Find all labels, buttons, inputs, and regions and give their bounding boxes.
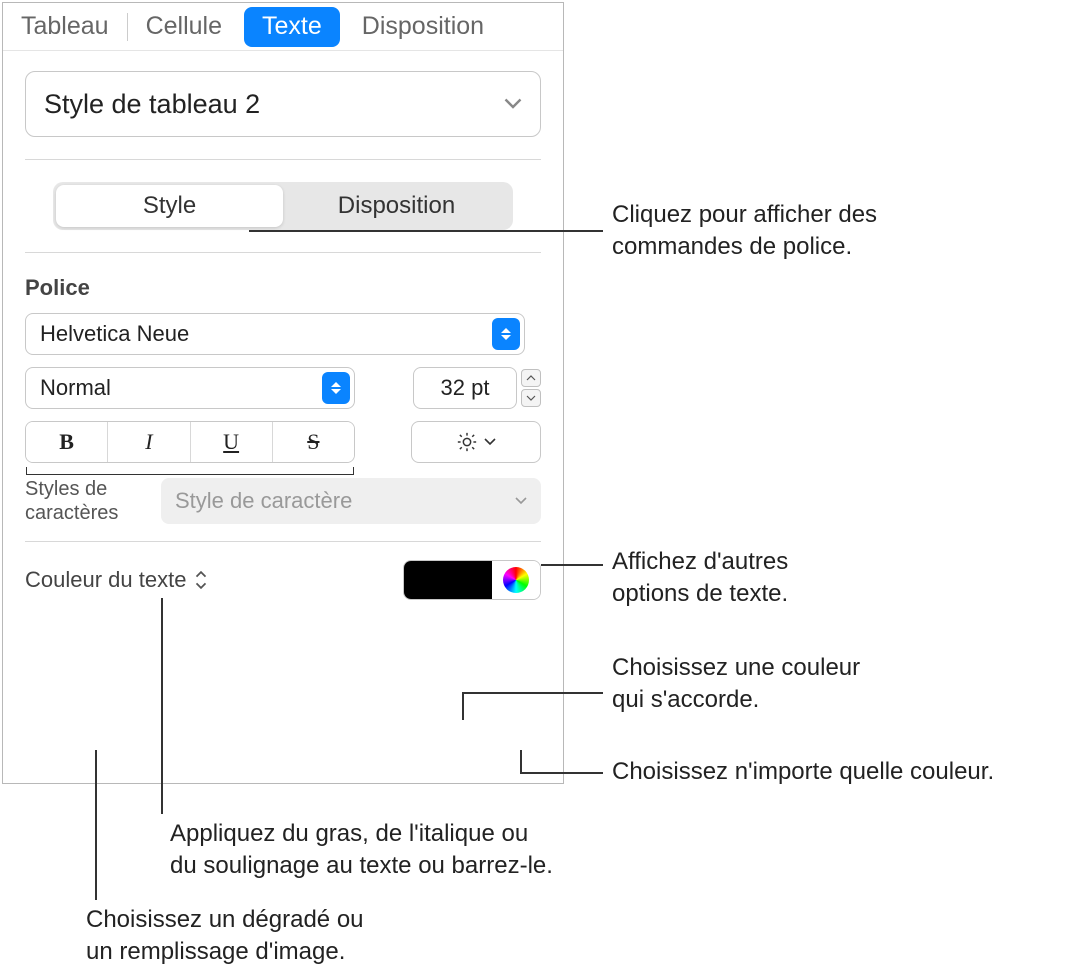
popup-updown-icon — [194, 571, 208, 589]
size-step-up[interactable] — [521, 369, 541, 387]
text-color-label: Couleur du texte — [25, 567, 186, 593]
character-style-popup[interactable]: Style de caractère — [161, 478, 541, 524]
sub-tab-disposition[interactable]: Disposition — [283, 185, 510, 227]
divider — [25, 541, 541, 542]
text-color-popup[interactable]: Couleur du texte — [25, 567, 208, 593]
sub-tab-segmented: Style Disposition — [53, 182, 513, 230]
font-size-input[interactable]: 32 pt — [413, 367, 517, 409]
callout-line — [462, 712, 464, 720]
font-section-label: Police — [25, 275, 541, 301]
callout-line — [462, 692, 603, 694]
popup-updown-icon — [492, 318, 520, 350]
chevron-down-icon — [484, 438, 496, 446]
tab-texte[interactable]: Texte — [244, 7, 340, 47]
italic-button[interactable]: I — [108, 422, 190, 462]
callout-gradient: Choisissez un dégradé ou un remplissage … — [86, 904, 364, 969]
font-weight-popup[interactable]: Normal — [25, 367, 355, 409]
callout-line — [161, 598, 163, 814]
callout-line — [541, 564, 603, 566]
callout-matching-color: Choisissez une couleur qui s'accorde. — [612, 652, 860, 717]
format-inspector-panel: Tableau Cellule Texte Disposition Style … — [2, 2, 564, 784]
tab-cellule[interactable]: Cellule — [128, 3, 240, 51]
chevron-down-icon — [504, 95, 522, 113]
callout-line — [95, 750, 97, 900]
chevron-down-icon — [515, 497, 527, 505]
paragraph-style-label: Style de tableau 2 — [44, 89, 260, 120]
divider — [25, 159, 541, 160]
character-styles-label: Styles de caractères — [25, 477, 145, 525]
advanced-options-button[interactable] — [411, 421, 541, 463]
font-family-popup[interactable]: Helvetica Neue — [25, 313, 525, 355]
tab-tableau[interactable]: Tableau — [3, 3, 127, 51]
font-size-stepper: 32 pt — [413, 367, 541, 409]
character-style-placeholder: Style de caractère — [175, 488, 352, 514]
color-well-swatch[interactable] — [404, 561, 492, 599]
bold-button[interactable]: B — [26, 422, 108, 462]
bracket — [26, 467, 354, 475]
sub-tab-style[interactable]: Style — [56, 185, 283, 227]
callout-any-color: Choisissez n'importe quelle couleur. — [612, 756, 994, 788]
color-wheel-button[interactable] — [492, 561, 540, 599]
underline-button[interactable]: U — [191, 422, 273, 462]
callout-line — [520, 772, 603, 774]
size-step-down[interactable] — [521, 389, 541, 407]
bius-group: B I U S — [25, 421, 355, 463]
callout-font-controls: Cliquez pour afficher des commandes de p… — [612, 199, 877, 264]
color-wells — [403, 560, 541, 600]
callout-bius: Appliquez du gras, de l'italique ou du s… — [170, 818, 553, 883]
strikethrough-button[interactable]: S — [273, 422, 354, 462]
callout-more-options: Affichez d'autres options de texte. — [612, 546, 788, 611]
gear-icon — [456, 431, 478, 453]
paragraph-style-popup[interactable]: Style de tableau 2 — [25, 71, 541, 137]
font-family-value: Helvetica Neue — [40, 321, 189, 347]
color-wheel-icon — [503, 567, 529, 593]
font-weight-value: Normal — [40, 375, 111, 401]
top-tabs: Tableau Cellule Texte Disposition — [3, 3, 563, 51]
divider — [25, 252, 541, 253]
callout-line — [249, 230, 603, 232]
callout-line — [520, 750, 522, 773]
tab-disposition[interactable]: Disposition — [344, 3, 502, 51]
popup-updown-icon — [322, 372, 350, 404]
